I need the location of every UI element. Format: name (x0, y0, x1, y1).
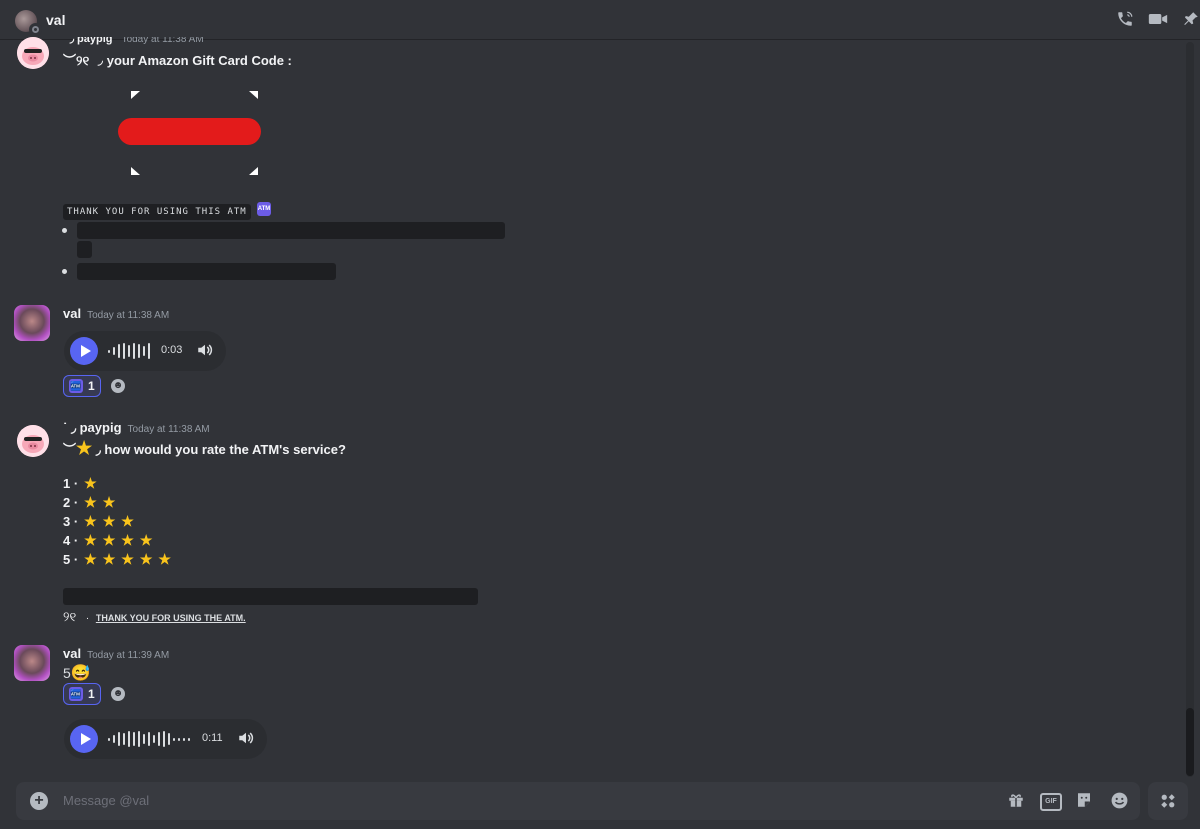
star-icon: ★ (84, 513, 97, 529)
author-prefix: ˙ ◞ (63, 420, 76, 435)
author-name[interactable]: val (63, 646, 81, 661)
rate-question-line: ︶★ ◞ how would you rate the ATM's servic… (63, 438, 346, 459)
author-prefix: ˙ ◞ (63, 37, 74, 45)
message-header: ˙ ◞ paypig Today at 11:38 AM (63, 420, 210, 436)
atm-emoji: ATM (257, 202, 271, 216)
rating-number: 2 · (63, 495, 79, 510)
message-text: 5😅 (63, 663, 91, 683)
waveform[interactable] (108, 343, 150, 359)
rating-option: 4 · ★ ★ ★ ★ (63, 532, 152, 549)
star-icon: ★ (84, 551, 97, 567)
dm-name[interactable]: val (46, 12, 65, 28)
rating-option: 3 · ★ ★ ★ (63, 513, 134, 530)
atm-reaction-icon: 🏧 (69, 379, 83, 393)
sticker-icon[interactable] (1074, 791, 1094, 811)
bullet (62, 269, 67, 274)
thanks-link[interactable]: THANK YOU FOR USING THE ATM. (96, 613, 246, 623)
timestamp: Today at 11:38 AM (127, 424, 210, 435)
star-icon: ★ (121, 532, 134, 548)
message-input[interactable]: Message @val (63, 793, 149, 808)
star-icon: ★ (121, 551, 134, 567)
scrollbar-thumb[interactable] (1186, 708, 1194, 776)
rating-number: 5 · (63, 552, 79, 567)
sweat-smile-emoji: 😅 (70, 665, 91, 682)
rating-number: 1 · (63, 476, 79, 491)
paypig-avatar[interactable] (17, 425, 49, 457)
star-icon: ★ (102, 494, 116, 510)
voice-duration: 0:03 (161, 344, 183, 356)
message-header: val Today at 11:39 AM (63, 646, 169, 661)
redacted-text (63, 588, 478, 605)
volume-icon[interactable] (237, 729, 255, 752)
rating-number: 3 · (63, 514, 79, 529)
star-icon: ★ (84, 532, 97, 548)
redacted-text (77, 222, 505, 239)
timestamp: Today at 11:39 AM (87, 650, 170, 661)
gif-icon[interactable]: GIF (1040, 793, 1062, 811)
volume-icon[interactable] (196, 341, 214, 364)
play-button[interactable] (70, 337, 98, 365)
gift-icon[interactable] (1006, 791, 1026, 811)
channel-header: val (0, 0, 1200, 40)
star-icon: ★ (158, 551, 171, 567)
voice-duration: 0:11 (202, 732, 223, 744)
status-indicator (29, 23, 42, 36)
voice-message: 0:03 (64, 331, 226, 371)
val-avatar[interactable] (14, 645, 50, 681)
timestamp: Today at 11:38 AM (87, 310, 170, 321)
add-reaction-icon[interactable]: ☻ (111, 687, 125, 701)
atm-thanks-text: THANK YOU FOR USING THIS ATM (63, 204, 251, 220)
voice-message: 0:11 (64, 719, 267, 759)
emoji-icon[interactable] (1109, 791, 1129, 811)
redacted-text (77, 241, 92, 258)
atm-thanks-label: THANK YOU FOR USING THIS ATM ATM (63, 202, 271, 220)
message-header: val Today at 11:38 AM (63, 306, 169, 321)
redacted-text (77, 263, 336, 280)
star-icon: ★ (84, 494, 97, 510)
star-icon: ★ (139, 532, 153, 548)
atm-reaction-icon: 🏧 (69, 687, 83, 701)
author-name[interactable]: paypig (77, 37, 112, 45)
bullet (62, 228, 67, 233)
rating-option: 5 · ★ ★ ★ ★ ★ (63, 551, 171, 568)
reaction[interactable]: 🏧 1 (63, 683, 101, 705)
star-icon: ★ (76, 438, 93, 458)
timestamp: Today at 11:38 AM (121, 37, 204, 45)
author-name[interactable]: val (63, 306, 81, 321)
thanks-line: ୨୧ · THANK YOU FOR USING THE ATM. (63, 609, 246, 625)
apps-icon[interactable] (1148, 782, 1188, 820)
gift-card-line: ︶୨୧ ◞ your Amazon Gift Card Code : (63, 53, 292, 68)
question-text: ◞ how would you rate the ATM's service? (92, 442, 346, 457)
message-header-cut: ˙ ◞ paypig Today at 11:38 AM (63, 37, 204, 45)
message-body: 5 (63, 665, 71, 681)
star-icon: ★ (121, 513, 134, 529)
author-name[interactable]: paypig (80, 420, 122, 435)
star-icon: ★ (139, 551, 153, 567)
bow-icon: ୨୧ (63, 609, 77, 624)
reaction[interactable]: 🏧 1 (63, 375, 101, 397)
star-icon: ★ (102, 551, 116, 567)
reaction-count: 1 (88, 379, 95, 393)
waveform[interactable] (108, 731, 190, 747)
message-composer: + Message @val GIF (16, 782, 1140, 820)
line-prefix: ︶ (63, 442, 77, 457)
play-button[interactable] (70, 725, 98, 753)
star-icon: ★ (102, 532, 116, 548)
rating-option: 1 · ★ (63, 475, 97, 492)
add-attachment-icon[interactable]: + (30, 792, 48, 810)
rating-option: 2 · ★ ★ (63, 494, 115, 511)
thanks-sep: · (85, 613, 90, 624)
add-reaction-icon[interactable]: ☻ (111, 379, 125, 393)
video-call-icon[interactable] (1147, 10, 1169, 32)
gift-code-image[interactable] (118, 86, 263, 178)
scrollbar-track[interactable] (1186, 42, 1194, 777)
paypig-avatar[interactable] (17, 37, 49, 69)
phone-call-icon[interactable] (1114, 10, 1136, 32)
star-icon: ★ (102, 513, 116, 529)
rating-number: 4 · (63, 533, 79, 548)
pin-icon[interactable] (1180, 10, 1200, 32)
val-avatar[interactable] (14, 305, 50, 341)
reaction-count: 1 (88, 687, 95, 701)
star-icon: ★ (84, 475, 97, 491)
